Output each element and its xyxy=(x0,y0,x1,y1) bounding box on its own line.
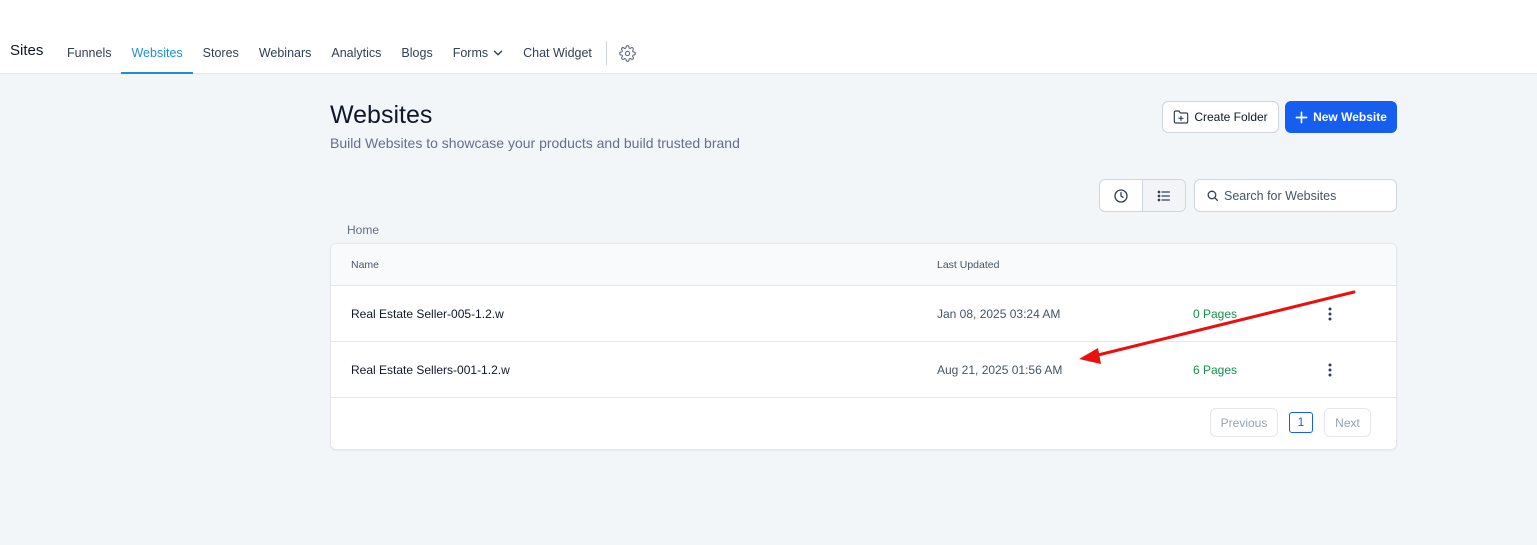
list-icon xyxy=(1157,190,1170,201)
next-page-button[interactable]: Next xyxy=(1324,408,1371,437)
last-updated: Aug 21, 2025 01:56 AM xyxy=(937,363,1063,377)
search-input[interactable] xyxy=(1224,188,1394,203)
folder-plus-icon xyxy=(1174,110,1189,124)
gear-icon xyxy=(619,44,637,62)
nav-divider xyxy=(605,41,607,65)
nav-tab-forms-label: Forms xyxy=(452,46,489,60)
pagination: Previous 1 Next xyxy=(1210,408,1371,437)
previous-page-button[interactable]: Previous xyxy=(1210,408,1278,437)
list-view-button[interactable] xyxy=(1142,180,1185,211)
view-toggle xyxy=(1099,179,1186,212)
last-updated: Jan 08, 2025 03:24 AM xyxy=(937,307,1061,321)
nav-tab-webinars[interactable]: Webinars xyxy=(249,33,322,73)
breadcrumb-home[interactable]: Home xyxy=(347,223,379,237)
table-row[interactable]: Real Estate Seller-005-1.2.w Jan 08, 202… xyxy=(331,286,1396,342)
search-icon xyxy=(1207,190,1219,202)
column-header-last-updated[interactable]: Last Updated xyxy=(937,259,999,271)
plus-icon xyxy=(1295,111,1308,123)
page-number-button[interactable]: 1 xyxy=(1289,412,1313,433)
nav-tab-websites[interactable]: Websites xyxy=(121,33,193,74)
page-subtitle: Build Websites to showcase your products… xyxy=(330,135,740,151)
website-name[interactable]: Real Estate Seller-005-1.2.w xyxy=(351,307,504,321)
nav-tab-blogs[interactable]: Blogs xyxy=(391,33,442,73)
nav-tab-chat-widget[interactable]: Chat Widget xyxy=(513,33,602,73)
create-folder-label: Create Folder xyxy=(1194,110,1268,124)
more-vertical-icon xyxy=(1328,363,1332,377)
row-menu-button[interactable] xyxy=(1319,360,1341,380)
website-name[interactable]: Real Estate Sellers-001-1.2.w xyxy=(351,363,510,377)
more-vertical-icon xyxy=(1328,307,1332,321)
create-folder-button[interactable]: Create Folder xyxy=(1162,101,1279,133)
nav-tab-forms[interactable]: Forms xyxy=(443,33,513,73)
search-box xyxy=(1194,179,1397,212)
table-header: Name Last Updated xyxy=(331,244,1396,286)
row-menu-button[interactable] xyxy=(1319,304,1341,324)
recent-view-button[interactable] xyxy=(1100,180,1142,211)
settings-button[interactable] xyxy=(613,33,643,73)
clock-icon xyxy=(1114,188,1128,203)
nav-tab-funnels[interactable]: Funnels xyxy=(57,33,121,73)
page-title: Websites xyxy=(330,101,433,129)
app-title: Sites xyxy=(10,42,44,59)
websites-table: Name Last Updated Real Estate Seller-005… xyxy=(330,243,1397,450)
new-website-label: New Website xyxy=(1313,110,1387,124)
nav-tab-stores[interactable]: Stores xyxy=(193,33,249,73)
chevron-down-icon xyxy=(493,50,503,56)
top-navigation-bar: Sites Funnels Websites Stores Webinars A… xyxy=(0,0,1537,74)
column-header-name[interactable]: Name xyxy=(351,259,379,271)
pages-count[interactable]: 0 Pages xyxy=(1193,307,1237,321)
nav-tab-analytics[interactable]: Analytics xyxy=(321,33,391,73)
new-website-button[interactable]: New Website xyxy=(1285,101,1397,133)
pages-count[interactable]: 6 Pages xyxy=(1193,363,1237,377)
nav-tabs: Funnels Websites Stores Webinars Analyti… xyxy=(57,33,643,74)
table-row[interactable]: Real Estate Sellers-001-1.2.w Aug 21, 20… xyxy=(331,342,1396,398)
